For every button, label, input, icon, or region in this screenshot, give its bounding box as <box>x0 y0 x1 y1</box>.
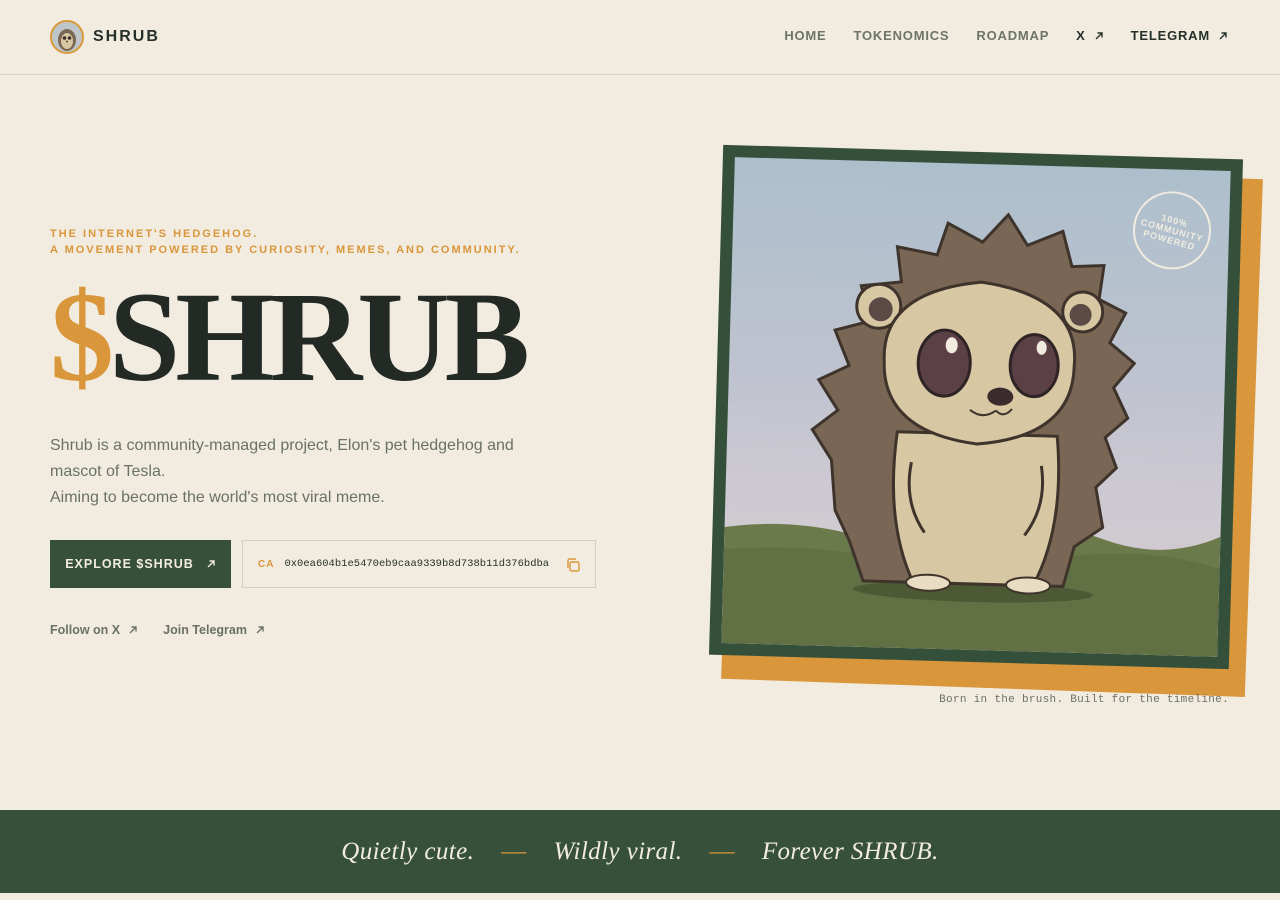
nav-roadmap[interactable]: ROADMAP <box>976 28 1049 43</box>
tagline-phrase-3: Forever SHRUB. <box>761 837 939 865</box>
description-line-1: Shrub is a community-managed project, El… <box>50 437 514 480</box>
join-telegram-label: Join Telegram <box>163 623 247 637</box>
hedgehog-illustration: 100% COMMUNITY POWERED <box>721 157 1231 657</box>
site-header: SHRUB HOME TOKENOMICS ROADMAP X TELEGRAM <box>0 0 1280 75</box>
follow-on-x-label: Follow on X <box>50 623 121 637</box>
external-arrow-icon <box>1218 31 1228 41</box>
social-links: Follow on X Join Telegram <box>50 623 290 637</box>
hero-title-word: SHRUB <box>109 266 530 408</box>
hero-title: $SHRUB <box>50 272 530 402</box>
tagline-separator: — <box>501 837 527 865</box>
contract-address-box: CA 0x0ea604b1e5470eb9caa9339b8d738b11d37… <box>242 540 596 588</box>
brand-name: SHRUB <box>93 28 160 45</box>
nav-x-label: X <box>1076 28 1086 43</box>
tagline-separator: — <box>709 837 735 865</box>
tagline-banner: Quietly cute. — Wildly viral. — Forever … <box>0 810 1280 893</box>
brand-logo-link[interactable]: SHRUB <box>50 20 160 54</box>
eyebrow-line-1: THE INTERNET'S HEDGEHOG. <box>50 228 259 240</box>
nav-x-link[interactable]: X <box>1076 28 1103 43</box>
explore-shrub-button[interactable]: EXPLORE $SHRUB <box>50 540 231 588</box>
main-nav: HOME TOKENOMICS ROADMAP X TELEGRAM <box>757 28 1228 43</box>
external-arrow-icon <box>128 625 138 635</box>
external-arrow-icon <box>1094 31 1104 41</box>
ca-label: CA <box>258 558 275 570</box>
hedgehog-avatar-icon <box>50 20 84 54</box>
external-arrow-icon <box>255 625 265 635</box>
hero-image-frame: 100% COMMUNITY POWERED <box>708 144 1263 697</box>
join-telegram-link[interactable]: Join Telegram <box>163 623 265 637</box>
hero-title-symbol: $ <box>50 266 114 408</box>
explore-button-label: EXPLORE $SHRUB <box>65 557 194 571</box>
contract-address-value[interactable]: 0x0ea604b1e5470eb9caa9339b8d738b11d376bd… <box>284 558 549 570</box>
nav-telegram-link[interactable]: TELEGRAM <box>1131 28 1228 43</box>
hero-description: Shrub is a community-managed project, El… <box>50 433 550 511</box>
description-line-2: Aiming to become the world's most viral … <box>50 489 385 506</box>
eyebrow-line-2: A MOVEMENT POWERED BY CURIOSITY, MEMES, … <box>50 244 521 256</box>
nav-home[interactable]: HOME <box>784 28 826 43</box>
copy-icon[interactable] <box>565 557 581 573</box>
tagline-phrase-2: Wildly viral. <box>553 837 683 865</box>
nav-tokenomics[interactable]: TOKENOMICS <box>854 28 950 43</box>
picture-frame: 100% COMMUNITY POWERED <box>708 144 1244 670</box>
nav-telegram-label: TELEGRAM <box>1130 28 1210 43</box>
image-caption: Born in the brush. Built for the timelin… <box>939 694 1229 706</box>
hero-eyebrow: THE INTERNET'S HEDGEHOG. A MOVEMENT POWE… <box>50 226 521 258</box>
follow-on-x-link[interactable]: Follow on X <box>50 623 138 637</box>
external-arrow-icon <box>206 559 216 569</box>
tagline-phrase-1: Quietly cute. <box>341 837 475 865</box>
